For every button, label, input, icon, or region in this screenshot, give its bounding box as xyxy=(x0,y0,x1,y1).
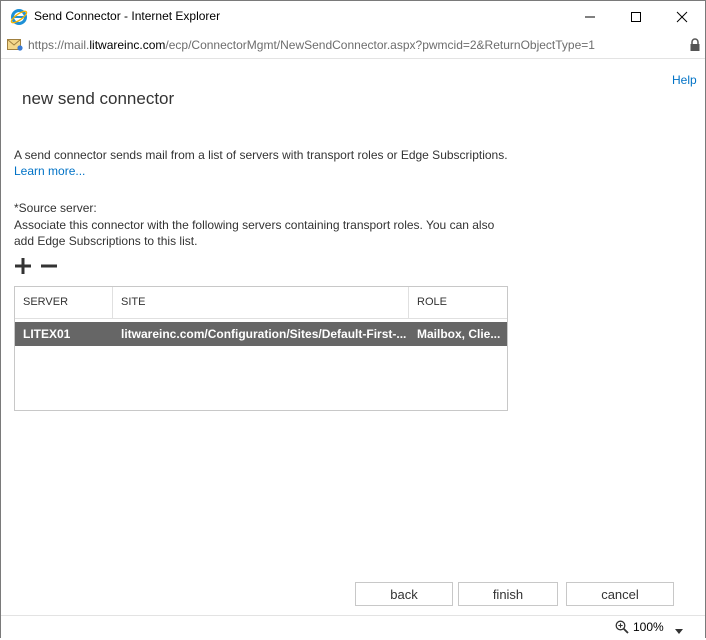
url-domain: litwareinc.com xyxy=(89,38,166,52)
add-button[interactable] xyxy=(14,257,32,275)
servers-table: SERVER SITE ROLE LITEX01 litwareinc.com/… xyxy=(14,286,508,411)
table-header: SERVER SITE ROLE xyxy=(15,287,507,319)
zoom-icon[interactable] xyxy=(615,620,629,634)
browser-window: Send Connector - Internet Explorer https… xyxy=(0,0,706,638)
remove-button[interactable] xyxy=(40,257,58,275)
address-bar[interactable]: https://mail.litwareinc.com/ecp/Connecto… xyxy=(1,32,705,59)
status-bar: 100% xyxy=(1,615,705,638)
back-button[interactable]: back xyxy=(355,582,453,606)
url-scheme: https://mail. xyxy=(28,38,90,52)
source-server-label: *Source server: xyxy=(14,201,97,215)
add-icon xyxy=(15,258,31,274)
associate-text-line2: add Edge Subscriptions to this list. xyxy=(14,234,198,248)
table-row[interactable]: LITEX01 litwareinc.com/Configuration/Sit… xyxy=(15,322,507,346)
page-title: new send connector xyxy=(22,89,175,108)
cell-role: Mailbox, Clie... xyxy=(417,327,501,341)
zoom-level[interactable]: 100% xyxy=(633,620,664,634)
associate-text-line1: Associate this connector with the follow… xyxy=(14,218,495,232)
column-header-server[interactable]: SERVER xyxy=(15,287,113,318)
cell-site: litwareinc.com/Configuration/Sites/Defau… xyxy=(121,327,407,341)
help-link[interactable]: Help xyxy=(672,73,697,87)
minimize-button[interactable] xyxy=(567,1,613,32)
description-text: A send connector sends mail from a list … xyxy=(14,148,508,162)
minimize-icon xyxy=(585,16,595,17)
finish-button[interactable]: finish xyxy=(458,582,558,606)
cancel-button[interactable]: cancel xyxy=(566,582,674,606)
close-button[interactable] xyxy=(659,1,705,32)
cell-server: LITEX01 xyxy=(23,327,71,341)
column-header-role[interactable]: ROLE xyxy=(409,287,507,318)
page-icon xyxy=(7,37,23,51)
url-text[interactable]: https://mail.litwareinc.com/ecp/Connecto… xyxy=(28,38,595,52)
remove-icon xyxy=(41,264,57,268)
title-bar: Send Connector - Internet Explorer xyxy=(1,1,705,32)
lock-icon xyxy=(689,38,701,52)
window-title: Send Connector - Internet Explorer xyxy=(34,9,221,23)
maximize-button[interactable] xyxy=(613,1,659,32)
column-header-site[interactable]: SITE xyxy=(113,287,409,318)
ie-logo-icon xyxy=(10,8,28,26)
learn-more-link[interactable]: Learn more... xyxy=(14,164,85,178)
dropdown-arrow-icon[interactable] xyxy=(675,622,683,634)
url-path: /ecp/ConnectorMgmt/NewSendConnector.aspx… xyxy=(165,38,595,52)
close-icon xyxy=(676,11,688,22)
maximize-icon xyxy=(631,11,641,22)
